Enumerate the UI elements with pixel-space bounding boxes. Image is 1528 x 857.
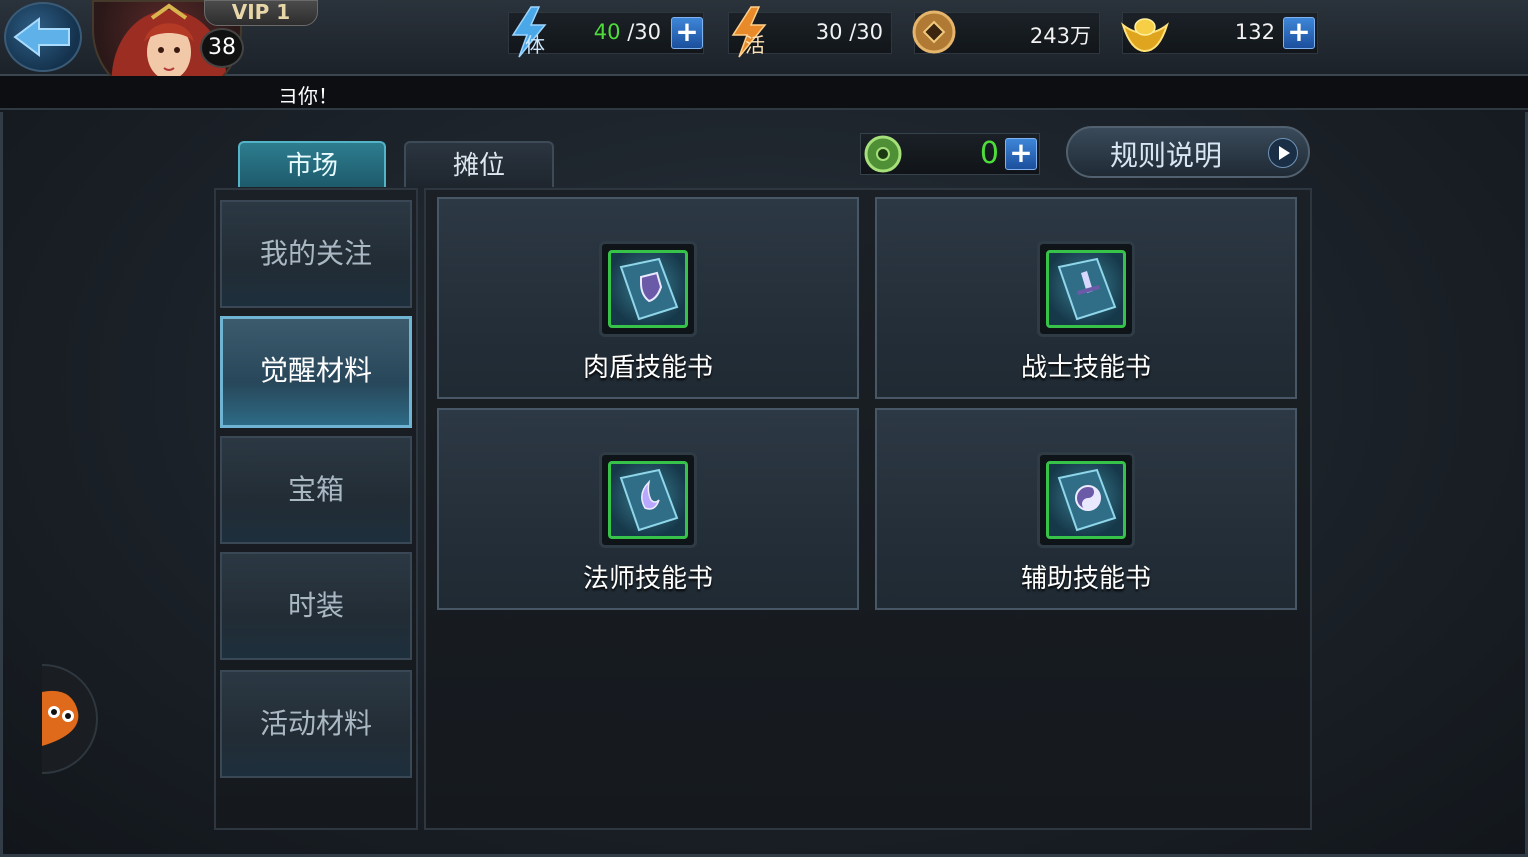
jade-currency: 0 +: [860, 133, 1040, 175]
mage-book-icon: [608, 461, 688, 539]
item-card[interactable]: 法师技能书: [437, 408, 859, 610]
rules-button[interactable]: 规则说明: [1066, 126, 1310, 178]
rules-button-label: 规则说明: [1110, 139, 1223, 172]
add-stamina-button[interactable]: +: [671, 17, 703, 49]
stamina-resource: 体 40 /30 +: [508, 6, 704, 58]
stamina-icon-label: 体: [525, 33, 545, 57]
item-name: 肉盾技能书: [582, 353, 713, 383]
support-book-icon: [1046, 461, 1126, 539]
category-fashion[interactable]: 时装: [220, 552, 412, 660]
category-treasure-chest[interactable]: 宝箱: [220, 436, 412, 544]
vitality-icon-label: 活: [745, 33, 765, 57]
shield-book-icon: [608, 250, 688, 328]
vitality-value: 30 /30: [815, 20, 883, 44]
item-card[interactable]: 战士技能书: [875, 197, 1297, 399]
item-name: 战士技能书: [1020, 353, 1151, 383]
player-level-badge: 38: [200, 28, 244, 68]
item-icon-frame: [1037, 241, 1135, 337]
tab-stall[interactable]: 摊位: [404, 141, 554, 187]
category-awakening-materials[interactable]: 觉醒材料: [220, 316, 412, 428]
item-card[interactable]: 肉盾技能书: [437, 197, 859, 399]
stamina-icon: 体: [505, 5, 555, 63]
announcement-bar: ヨ你！: [0, 76, 1528, 110]
item-icon-frame: [599, 452, 697, 548]
item-icon-frame: [599, 241, 697, 337]
stamina-current: 40: [593, 20, 621, 44]
top-bar: VIP 1 38 体 40 /30 + 活 30 /30 243万 132 +: [0, 0, 1528, 100]
jade-coin-icon: [863, 134, 903, 178]
coin-value: 243万: [1029, 24, 1091, 48]
back-button[interactable]: [4, 2, 82, 72]
vitality-icon: 活: [725, 5, 775, 63]
copper-coin-icon: [911, 9, 957, 59]
warrior-book-icon: [1046, 250, 1126, 328]
coin-resource: 243万: [912, 10, 1100, 54]
item-name: 法师技能书: [582, 564, 713, 594]
play-arrow-icon: [1268, 138, 1298, 168]
gold-ingot-icon: [1119, 11, 1171, 61]
category-following[interactable]: 我的关注: [220, 200, 412, 308]
item-card[interactable]: 辅助技能书: [875, 408, 1297, 610]
tab-market[interactable]: 市场: [238, 141, 386, 187]
gold-value: 132: [1234, 20, 1275, 44]
gold-resource: 132 +: [1121, 12, 1318, 54]
item-icon-frame: [1037, 452, 1135, 548]
category-event-materials[interactable]: 活动材料: [220, 670, 412, 778]
vip-badge[interactable]: VIP 1: [204, 0, 318, 26]
item-name: 辅助技能书: [1020, 564, 1151, 594]
mascot-icon: [42, 690, 79, 746]
announcement-text: ヨ你！: [278, 84, 338, 108]
vitality-resource: 活 30 /30: [728, 6, 892, 58]
add-jade-button[interactable]: +: [1005, 138, 1037, 170]
back-arrow-icon: [13, 17, 70, 57]
stamina-max: /30: [627, 20, 661, 44]
add-gold-button[interactable]: +: [1283, 17, 1315, 49]
jade-value: 0: [979, 136, 999, 171]
